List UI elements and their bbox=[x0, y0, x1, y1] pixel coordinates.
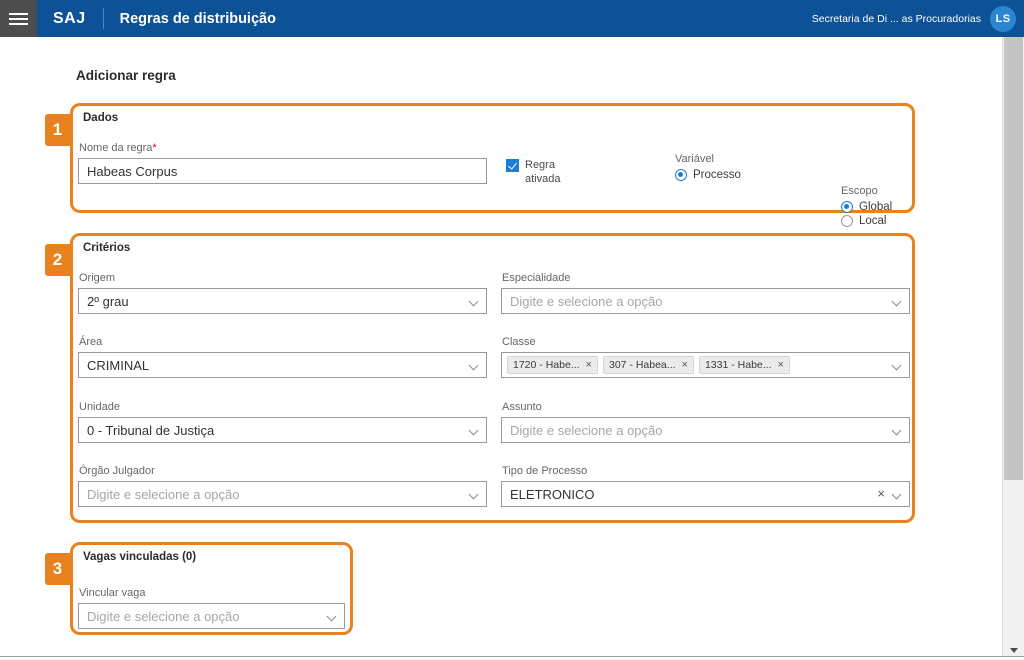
main-content: Adicionar regra 1 Dados Nome da regra* H… bbox=[0, 37, 1002, 660]
section-criterios-title: Critérios bbox=[83, 242, 130, 254]
unidade-select[interactable]: 0 - Tribunal de Justiça bbox=[78, 417, 487, 443]
chevron-down-icon bbox=[470, 427, 479, 433]
classe-multiselect[interactable]: 1720 - Habe... × 307 - Habea... × 1331 -… bbox=[501, 352, 910, 378]
escopo-legend: Escopo bbox=[841, 185, 892, 197]
hamburger-menu-icon[interactable] bbox=[0, 0, 37, 37]
especialidade-label: Especialidade bbox=[502, 272, 571, 284]
chevron-down-icon bbox=[328, 613, 337, 619]
hamburger-bar-3 bbox=[9, 23, 28, 25]
app-header: SAJ Regras de distribuição Secretaria de… bbox=[0, 0, 1024, 37]
user-organization-label: Secretaria de Di ... as Procuradorias bbox=[812, 13, 981, 25]
classe-chip[interactable]: 307 - Habea... × bbox=[603, 356, 694, 374]
origem-label: Origem bbox=[79, 272, 115, 284]
escopo-option-local[interactable]: Local bbox=[841, 215, 892, 227]
hamburger-bar-1 bbox=[9, 13, 28, 15]
tipo-de-processo-label: Tipo de Processo bbox=[502, 465, 587, 477]
origem-select[interactable]: 2º grau bbox=[78, 288, 487, 314]
hamburger-bar-2 bbox=[9, 18, 28, 20]
escopo-radio-group: Escopo Global Local bbox=[841, 185, 892, 229]
tipo-de-processo-select[interactable]: ELETRONICO × bbox=[501, 481, 910, 507]
classe-chip[interactable]: 1720 - Habe... × bbox=[507, 356, 598, 374]
classe-label: Classe bbox=[502, 336, 536, 348]
assunto-label: Assunto bbox=[502, 401, 542, 413]
area-select[interactable]: CRIMINAL bbox=[78, 352, 487, 378]
app-brand-logo[interactable]: SAJ bbox=[37, 0, 103, 37]
area-label: Área bbox=[79, 336, 102, 348]
area-value: CRIMINAL bbox=[87, 358, 149, 373]
escopo-option-global-label: Global bbox=[859, 201, 892, 213]
variavel-option-processo-label: Processo bbox=[693, 169, 741, 181]
orgao-julgador-select[interactable]: Digite e selecione a opção bbox=[78, 481, 487, 507]
close-icon[interactable]: × bbox=[586, 360, 592, 370]
escopo-option-global[interactable]: Global bbox=[841, 201, 892, 213]
vincular-vaga-placeholder: Digite e selecione a opção bbox=[87, 609, 240, 624]
vincular-vaga-select[interactable]: Digite e selecione a opção bbox=[78, 603, 345, 629]
header-user-area: Secretaria de Di ... as Procuradorias LS bbox=[812, 6, 1024, 32]
chevron-down-icon bbox=[470, 362, 479, 368]
section-vagas-badge: 3 bbox=[45, 553, 70, 585]
especialidade-placeholder: Digite e selecione a opção bbox=[510, 294, 663, 309]
classe-chip-label: 307 - Habea... bbox=[609, 359, 676, 371]
classe-chip-list: 1720 - Habe... × 307 - Habea... × 1331 -… bbox=[507, 356, 790, 374]
regra-ativada-checkbox[interactable] bbox=[506, 159, 519, 172]
avatar[interactable]: LS bbox=[990, 6, 1016, 32]
classe-chip-label: 1331 - Habe... bbox=[705, 359, 772, 371]
radio-dot-local[interactable] bbox=[841, 215, 853, 227]
form-heading: Adicionar regra bbox=[76, 68, 176, 83]
chevron-down-icon bbox=[893, 491, 902, 497]
close-icon[interactable]: × bbox=[682, 360, 688, 370]
especialidade-select[interactable]: Digite e selecione a opção bbox=[501, 288, 910, 314]
chevron-down-icon bbox=[470, 298, 479, 304]
variavel-option-processo[interactable]: Processo bbox=[675, 169, 741, 181]
orgao-julgador-placeholder: Digite e selecione a opção bbox=[87, 487, 240, 502]
section-dados-badge: 1 bbox=[45, 114, 70, 146]
section-criterios: 2 Critérios Origem 2º grau Especialidade… bbox=[70, 233, 915, 523]
nome-da-regra-label-text: Nome da regra bbox=[79, 142, 152, 154]
vincular-vaga-label: Vincular vaga bbox=[79, 587, 145, 599]
regra-ativada-label: Regra ativada bbox=[525, 158, 560, 186]
assunto-select[interactable]: Digite e selecione a opção bbox=[501, 417, 910, 443]
classe-chip[interactable]: 1331 - Habe... × bbox=[699, 356, 790, 374]
variavel-radio-group: Variável Processo bbox=[675, 153, 741, 183]
regra-ativada-checkbox-row[interactable]: Regra ativada bbox=[506, 158, 560, 186]
radio-dot-global[interactable] bbox=[841, 201, 853, 213]
unidade-label: Unidade bbox=[79, 401, 120, 413]
classe-chip-label: 1720 - Habe... bbox=[513, 359, 580, 371]
required-asterisk: * bbox=[152, 142, 156, 154]
scrollbar-thumb[interactable] bbox=[1004, 37, 1023, 480]
chevron-down-icon bbox=[470, 491, 479, 497]
section-dados-title: Dados bbox=[83, 112, 118, 124]
page-title: Regras de distribuição bbox=[104, 11, 276, 27]
clear-icon[interactable]: × bbox=[877, 488, 885, 500]
chevron-down-icon bbox=[893, 427, 902, 433]
chevron-down-icon bbox=[893, 362, 902, 368]
nome-da-regra-input[interactable]: Habeas Corpus bbox=[78, 158, 487, 184]
unidade-value: 0 - Tribunal de Justiça bbox=[87, 423, 214, 438]
assunto-placeholder: Digite e selecione a opção bbox=[510, 423, 663, 438]
tipo-de-processo-value: ELETRONICO bbox=[510, 487, 595, 502]
escopo-option-local-label: Local bbox=[859, 215, 887, 227]
variavel-legend: Variável bbox=[675, 153, 741, 165]
nome-da-regra-label: Nome da regra* bbox=[79, 142, 157, 154]
orgao-julgador-label: Órgão Julgador bbox=[79, 465, 155, 477]
close-icon[interactable]: × bbox=[778, 360, 784, 370]
origem-value: 2º grau bbox=[87, 294, 129, 309]
window-bottom-edge bbox=[0, 656, 1024, 660]
section-dados: 1 Dados Nome da regra* Habeas Corpus Reg… bbox=[70, 103, 915, 213]
section-criterios-badge: 2 bbox=[45, 244, 70, 276]
section-vagas-vinculadas: 3 Vagas vinculadas (0) Vincular vaga Dig… bbox=[70, 542, 353, 635]
radio-dot-processo[interactable] bbox=[675, 169, 687, 181]
section-vagas-title: Vagas vinculadas (0) bbox=[83, 551, 196, 563]
chevron-down-icon bbox=[893, 298, 902, 304]
vertical-scrollbar[interactable] bbox=[1002, 37, 1024, 660]
